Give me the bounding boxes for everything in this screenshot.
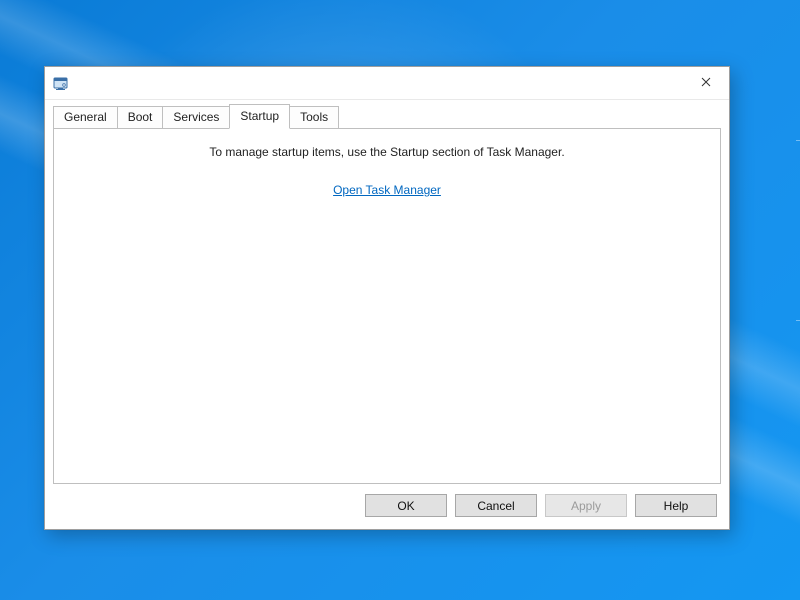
help-button[interactable]: Help xyxy=(635,494,717,517)
desktop-background: General Boot Services Startup Tools To m… xyxy=(0,0,800,600)
startup-message: To manage startup items, use the Startup… xyxy=(54,145,720,159)
open-task-manager-link[interactable]: Open Task Manager xyxy=(333,183,441,197)
close-icon xyxy=(701,76,711,90)
tab-services[interactable]: Services xyxy=(162,106,230,129)
apply-button: Apply xyxy=(545,494,627,517)
tab-boot[interactable]: Boot xyxy=(117,106,164,129)
tabstrip: General Boot Services Startup Tools xyxy=(45,100,729,129)
tab-tools[interactable]: Tools xyxy=(289,106,339,129)
tab-startup[interactable]: Startup xyxy=(229,104,290,129)
tab-general[interactable]: General xyxy=(53,106,118,129)
titlebar[interactable] xyxy=(45,67,729,100)
msconfig-window: General Boot Services Startup Tools To m… xyxy=(44,66,730,530)
ok-button[interactable]: OK xyxy=(365,494,447,517)
dialog-button-row: OK Cancel Apply Help xyxy=(45,484,729,529)
close-button[interactable] xyxy=(683,67,729,99)
startup-tab-page: To manage startup items, use the Startup… xyxy=(53,129,721,484)
cancel-button[interactable]: Cancel xyxy=(455,494,537,517)
msconfig-icon xyxy=(53,75,69,91)
